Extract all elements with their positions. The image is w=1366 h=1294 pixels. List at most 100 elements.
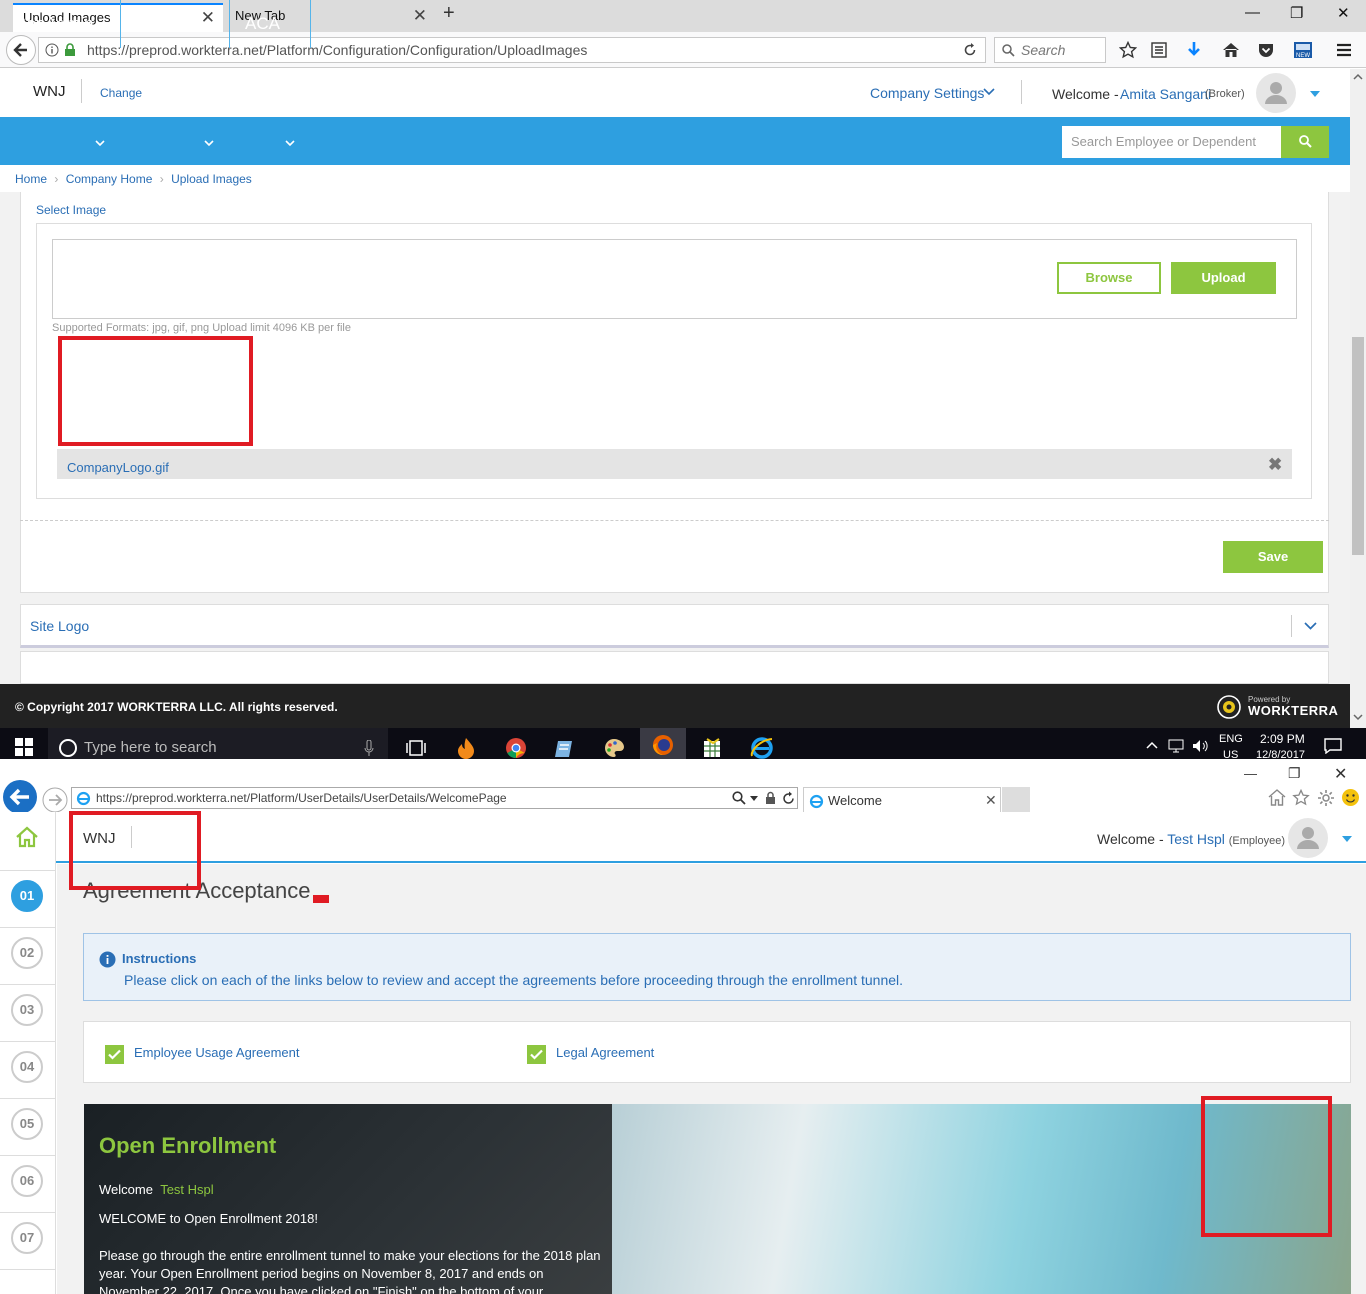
search-icon[interactable] [732, 791, 746, 805]
volume-icon[interactable] [1192, 739, 1208, 753]
restore-button[interactable]: ❐ [1288, 765, 1301, 782]
company-name: WNJ [33, 83, 66, 100]
nav-label: BenAdmin [15, 14, 94, 33]
welcome-word: Welcome [99, 1182, 153, 1197]
agreement-checkbox[interactable] [105, 1045, 124, 1064]
agreement-checkbox[interactable] [527, 1045, 546, 1064]
spreadsheet-app-icon[interactable] [701, 737, 723, 759]
step-divider [0, 1155, 56, 1156]
tab-close-icon[interactable]: ✕ [413, 3, 427, 28]
paint-icon[interactable] [603, 737, 625, 759]
download-icon[interactable] [1185, 41, 1203, 59]
taskbar-search-input[interactable]: Type here to search [48, 728, 388, 759]
bookmark-star-icon[interactable] [1119, 41, 1137, 59]
ie-tab-welcome[interactable]: Welcome [803, 787, 1001, 813]
close-window-button[interactable]: ✕ [1337, 4, 1350, 22]
chrome-icon[interactable] [505, 737, 527, 759]
close-window-button[interactable]: ✕ [1334, 764, 1347, 784]
ie-new-tab-button[interactable] [1002, 787, 1030, 813]
home-icon[interactable] [1268, 789, 1286, 806]
microphone-icon[interactable] [364, 740, 374, 756]
scroll-up-icon[interactable] [1353, 73, 1363, 80]
minimize-button[interactable]: — [1245, 4, 1260, 21]
save-button[interactable]: Save [1223, 541, 1323, 573]
breadcrumb-company-home[interactable]: Company Home [66, 172, 153, 186]
caret-down-icon[interactable] [1310, 91, 1320, 97]
tab-close-icon[interactable]: ✕ [985, 792, 997, 809]
upload-button[interactable]: Upload [1171, 262, 1276, 294]
minimize-button[interactable]: — [1244, 766, 1257, 781]
site-logo-section[interactable] [20, 604, 1329, 648]
scrollbar-thumb[interactable] [1352, 337, 1364, 555]
chevron-down-icon[interactable] [1304, 622, 1317, 630]
company-settings-menu[interactable]: Company Settings [870, 85, 984, 101]
ie-tab-title: Welcome [828, 793, 882, 808]
step-06[interactable]: 06 [11, 1165, 43, 1197]
employee-usage-agreement-link[interactable]: Employee Usage Agreement [134, 1045, 299, 1060]
browse-button[interactable]: Browse [1057, 262, 1161, 294]
step-01[interactable]: 01 [11, 880, 43, 912]
nav-benadmin[interactable]: BenAdmin [0, 0, 121, 48]
legal-agreement-link[interactable]: Legal Agreement [556, 1045, 654, 1060]
reload-icon[interactable] [963, 43, 977, 57]
pocket-icon[interactable] [1257, 41, 1275, 59]
employee-search-input[interactable]: Search Employee or Dependent [1062, 126, 1281, 158]
user-icon [1265, 82, 1287, 104]
back-button-icon[interactable] [2, 779, 38, 815]
breadcrumb-upload-images[interactable]: Upload Images [171, 172, 252, 186]
remove-file-icon[interactable]: ✖ [1268, 455, 1282, 475]
notes-app-icon[interactable] [554, 737, 576, 759]
avatar[interactable] [1256, 73, 1296, 113]
step-02[interactable]: 02 [11, 937, 43, 969]
new-tab-button[interactable]: + [443, 2, 455, 25]
new-extension-icon[interactable]: NEW [1293, 41, 1313, 59]
user-role: (Employee) [1228, 835, 1286, 847]
ie-address-bar[interactable]: https://preprod.workterra.net/Platform/U… [71, 787, 798, 809]
step-05[interactable]: 05 [11, 1108, 43, 1140]
annotation-box [1201, 1096, 1332, 1237]
task-view-icon[interactable] [406, 740, 426, 756]
step-04[interactable]: 04 [11, 1051, 43, 1083]
user-name[interactable]: Test Hspl [1167, 831, 1225, 847]
taskbar-active-app[interactable] [640, 728, 686, 759]
search-button[interactable] [1281, 126, 1329, 158]
search-box[interactable]: Search [994, 37, 1106, 63]
favorites-star-icon[interactable] [1292, 789, 1310, 806]
clock-time[interactable]: 2:09 PM [1260, 732, 1305, 746]
forward-button-icon[interactable] [42, 787, 68, 813]
nav-aca[interactable]: ACA [230, 0, 311, 48]
user-name[interactable]: Amita Sangani [1120, 86, 1211, 102]
chevron-down-icon[interactable] [983, 88, 995, 96]
windows-start-icon[interactable] [15, 738, 33, 756]
internet-explorer-icon[interactable] [750, 736, 774, 760]
search-placeholder: Search Employee or Dependent [1071, 134, 1257, 149]
network-icon[interactable] [1168, 739, 1184, 753]
home-icon[interactable] [1222, 41, 1240, 59]
breadcrumb-home[interactable]: Home [15, 172, 47, 186]
avatar[interactable] [1288, 818, 1328, 858]
chevron-down-icon [285, 140, 295, 147]
ie-url-text: https://preprod.workterra.net/Platform/U… [96, 791, 507, 805]
smiley-feedback-icon[interactable] [1341, 788, 1360, 807]
change-company-link[interactable]: Change [100, 86, 142, 100]
uploaded-file-name[interactable]: CompanyLogo.gif [67, 460, 169, 475]
cortana-icon [59, 739, 77, 757]
dropdown-arrow-icon[interactable] [750, 796, 758, 801]
lock-icon[interactable] [765, 791, 776, 805]
notifications-icon[interactable] [1324, 738, 1342, 754]
nav-core-hr[interactable]: Core HR [121, 0, 230, 48]
chevron-up-icon[interactable] [1146, 741, 1158, 749]
refresh-icon[interactable] [782, 791, 795, 805]
hamburger-menu-icon[interactable] [1335, 41, 1353, 59]
gear-icon[interactable] [1317, 789, 1335, 807]
scroll-down-icon[interactable] [1353, 714, 1363, 721]
language-indicator[interactable]: ENG [1219, 733, 1243, 745]
caret-down-icon[interactable] [1342, 836, 1352, 842]
home-icon[interactable] [15, 826, 39, 848]
step-03[interactable]: 03 [11, 994, 43, 1026]
app-flame-icon[interactable] [456, 737, 476, 759]
step-07[interactable]: 07 [11, 1222, 43, 1254]
reader-view-icon[interactable] [1150, 41, 1168, 59]
taskbar-search-placeholder: Type here to search [84, 739, 217, 756]
restore-button[interactable]: ❐ [1290, 4, 1303, 22]
